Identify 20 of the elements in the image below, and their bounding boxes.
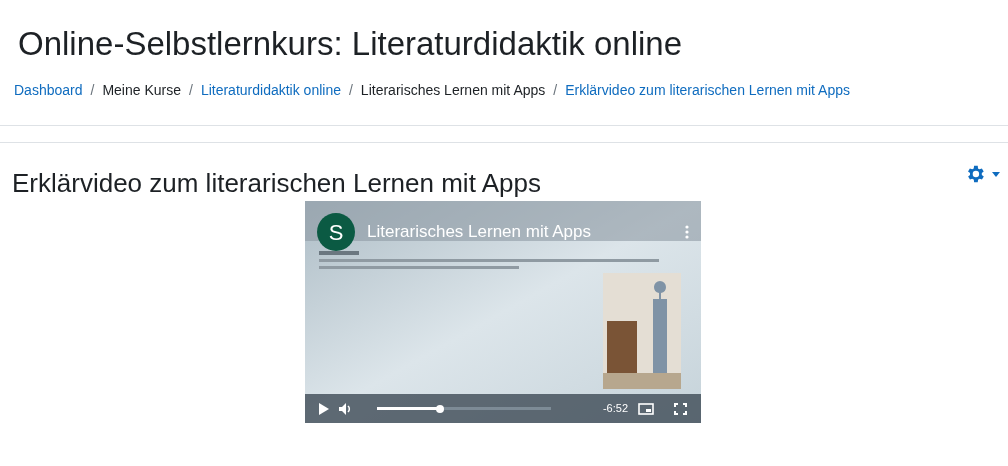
breadcrumb-item: Meine Kurse <box>102 81 181 100</box>
caret-icon <box>992 171 1000 177</box>
breadcrumb-separator: / <box>348 81 353 100</box>
breadcrumb-separator: / <box>553 81 558 100</box>
play-icon[interactable] <box>319 402 329 415</box>
video-player[interactable]: S Literarisches Lernen mit Apps -6:52 <box>305 201 701 423</box>
volume-icon[interactable] <box>339 402 353 415</box>
breadcrumb-link[interactable]: Literaturdidaktik online <box>200 80 341 100</box>
miniplayer-icon[interactable] <box>638 402 654 415</box>
remaining-time: -6:52 <box>602 401 628 417</box>
progress-thumb[interactable] <box>435 404 444 413</box>
breadcrumb-link[interactable]: Erklärvideo zum literarischen Lernen mit Apps <box>565 80 850 100</box>
breadcrumb-item: Literarisches Lernen mit Apps <box>360 81 546 100</box>
activity-title: Erklärvideo zum literarischen Lernen mit Apps <box>12 167 541 199</box>
progress-track[interactable] <box>377 407 551 410</box>
breadcrumb-separator: / <box>189 81 193 100</box>
breadcrumb-separator: / <box>90 81 95 100</box>
fullscreen-icon[interactable] <box>674 402 687 415</box>
breadcrumb-link[interactable]: Dashboard <box>14 80 83 100</box>
page-title: Online-Selbstlernkurs: Literaturdidaktik online <box>18 24 682 64</box>
